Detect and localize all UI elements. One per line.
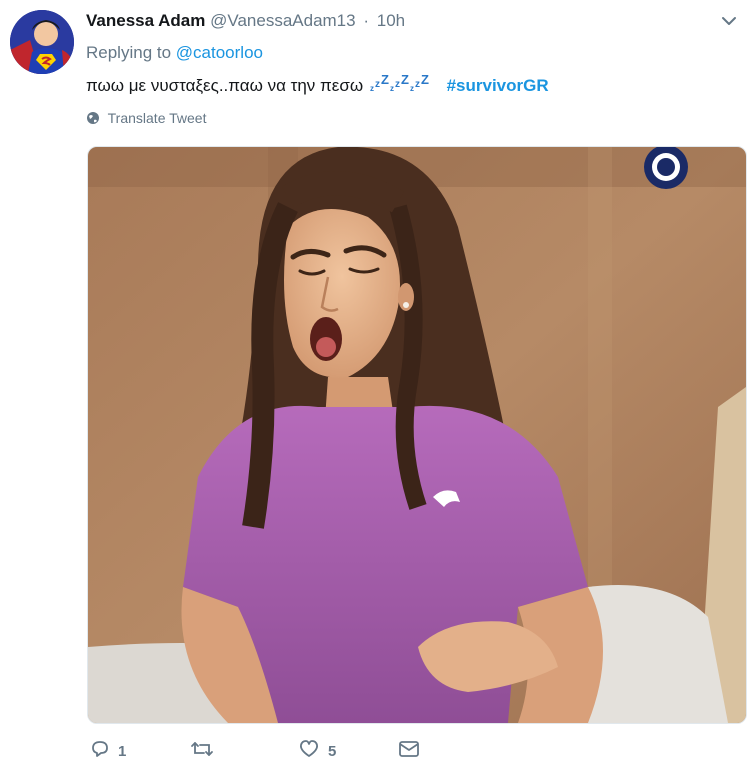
svg-text:z: z: [370, 84, 374, 93]
author-name[interactable]: Vanessa Adam: [86, 11, 205, 30]
tweet-header: Vanessa Adam @VanessaAdam13 · 10h: [86, 11, 405, 33]
svg-text:Z: Z: [421, 73, 429, 87]
tweet-timestamp[interactable]: 10h: [377, 11, 405, 30]
retweet-button[interactable]: [190, 738, 222, 764]
envelope-icon: [398, 739, 420, 763]
tweet-body: πωω με νυσταξες..παω να την πεσω: [86, 76, 364, 95]
replying-label: Replying to: [86, 43, 172, 62]
like-count: 5: [328, 742, 337, 760]
tweet-actions: 1 5: [86, 738, 486, 764]
like-button[interactable]: 5: [298, 738, 336, 764]
replying-to: Replying to @catoorloo: [86, 43, 263, 63]
tweet: Vanessa Adam @VanessaAdam13 · 10h Replyi…: [0, 0, 754, 768]
chevron-down-icon[interactable]: [718, 10, 740, 32]
reply-icon: [90, 739, 110, 763]
heart-icon: [298, 739, 320, 763]
retweet-icon: [190, 739, 214, 763]
hashtag-link[interactable]: #survivorGR: [447, 76, 549, 95]
author-handle[interactable]: @VanessaAdam13: [210, 11, 355, 30]
svg-text:z: z: [395, 79, 400, 90]
svg-text:z: z: [410, 84, 414, 93]
avatar[interactable]: [10, 10, 74, 74]
reply-count: 1: [118, 742, 127, 760]
reply-button[interactable]: 1: [90, 738, 126, 764]
tweet-text: πωω με νυσταξες..παω να την πεσω z z Z z…: [86, 72, 549, 98]
globe-icon: [86, 111, 100, 128]
svg-text:Z: Z: [401, 73, 409, 87]
reply-mention-link[interactable]: @catoorloo: [176, 43, 263, 62]
sleeping-zzz-emoji: z z Z z z Z z z Z: [370, 72, 438, 98]
tweet-media-photo[interactable]: [87, 146, 747, 724]
direct-message-button[interactable]: [398, 738, 420, 764]
svg-text:Z: Z: [381, 73, 389, 87]
translate-tweet[interactable]: Translate Tweet: [86, 110, 206, 128]
svg-text:z: z: [375, 79, 380, 90]
header-separator: ·: [363, 11, 370, 30]
svg-text:z: z: [415, 79, 420, 90]
translate-label[interactable]: Translate Tweet: [108, 110, 207, 126]
svg-text:z: z: [390, 84, 394, 93]
